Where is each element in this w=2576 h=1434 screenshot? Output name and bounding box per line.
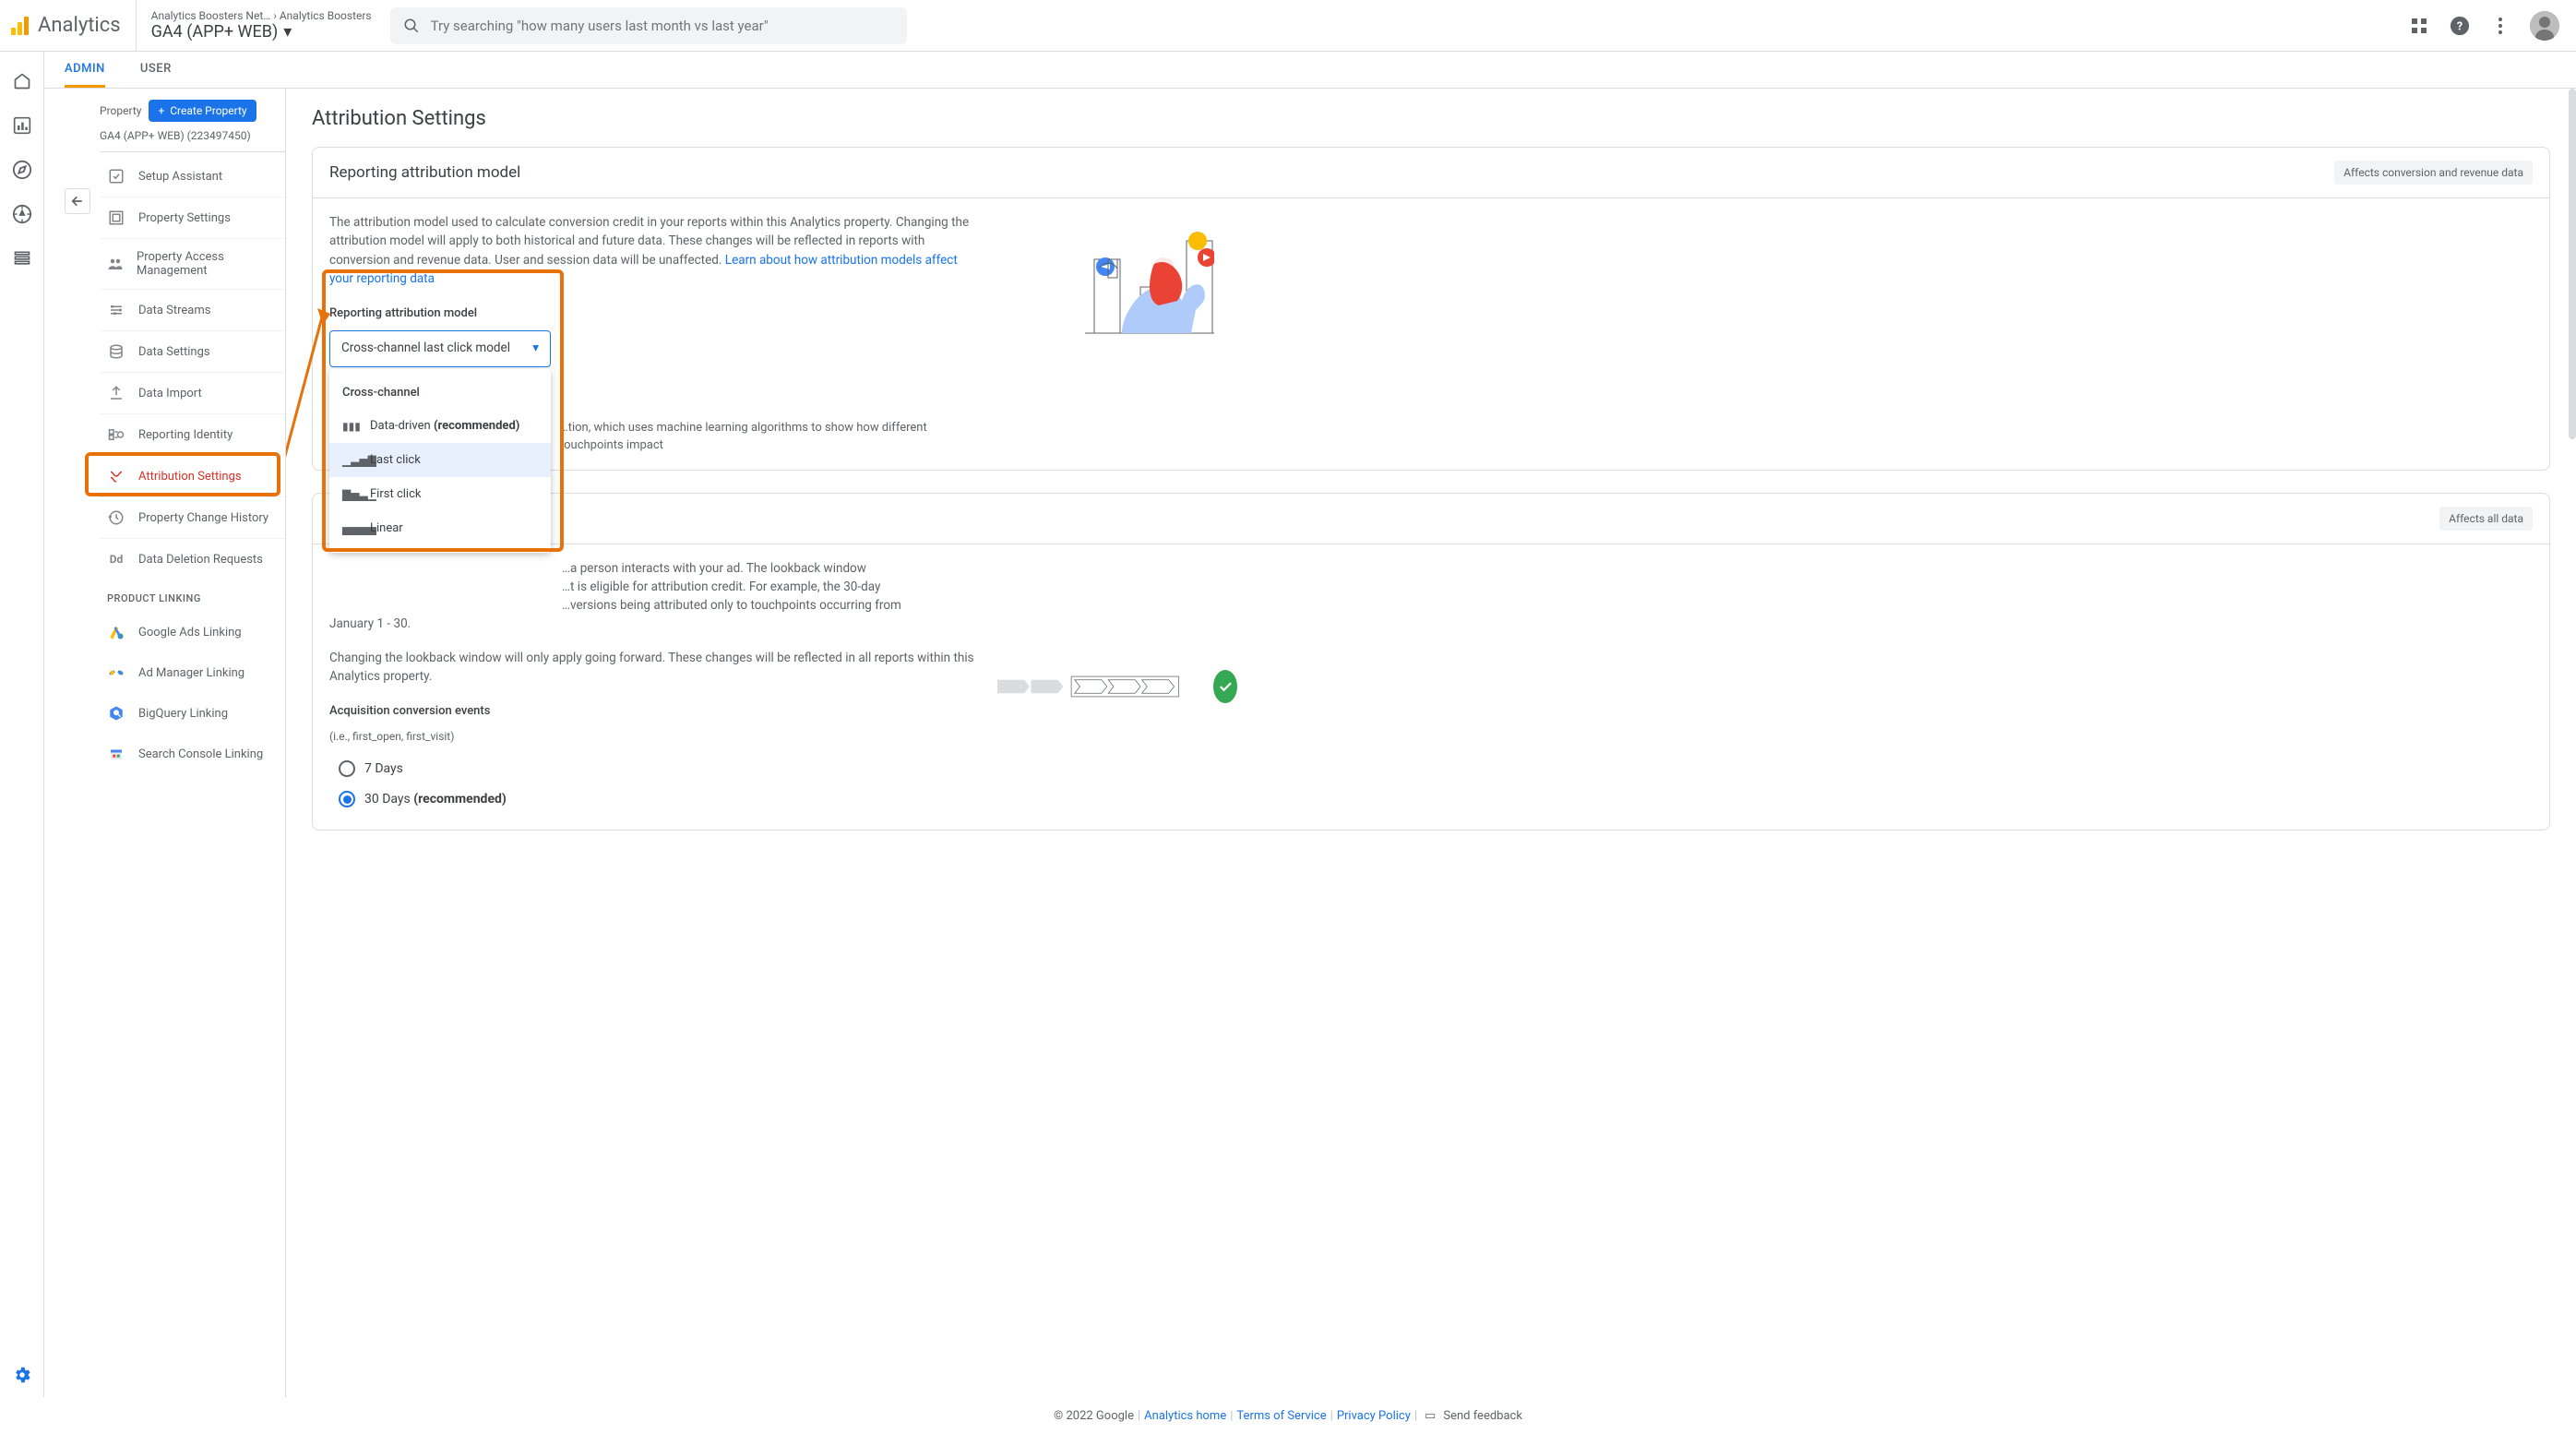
lookback-illustration [997, 559, 1237, 815]
attribution-model-menu: Cross-channel ▮▮▮Data-driven (recommende… [329, 369, 551, 553]
main-content: Attribution Settings Reporting attributi… [286, 89, 2576, 1397]
search-box[interactable] [390, 7, 907, 44]
user-avatar[interactable] [2530, 11, 2559, 41]
sidebar-item-property-access[interactable]: Property Access Management [100, 239, 285, 290]
sidebar-item-reporting-identity[interactable]: Reporting Identity [100, 414, 285, 456]
brand-text: Analytics [38, 14, 121, 37]
advertising-icon[interactable] [11, 203, 33, 225]
sidebar-item-data-settings[interactable]: Data Settings [100, 331, 285, 373]
attribution-illustration [997, 213, 1219, 361]
people-icon [107, 255, 124, 273]
radio-7-days[interactable]: 7 Days [329, 754, 975, 784]
upload-icon [107, 384, 125, 402]
home-icon[interactable] [11, 70, 33, 92]
search-input[interactable] [431, 18, 894, 34]
property-name: GA4 (APP+ WEB) [151, 22, 279, 42]
annotation-highlight [85, 452, 280, 496]
affects-badge: Affects conversion and revenue data [2334, 161, 2533, 185]
google-ads-icon [107, 623, 125, 641]
tab-admin[interactable]: ADMIN [65, 52, 105, 88]
sidebar-item-search-console[interactable]: Search Console Linking [100, 734, 285, 774]
explore-icon[interactable] [11, 159, 33, 181]
dd-group-cross-channel: Cross-channel [329, 376, 551, 409]
ad-manager-icon [107, 663, 125, 682]
footer-analytics-home[interactable]: Analytics home [1144, 1409, 1226, 1423]
sidebar-item-property-settings[interactable]: Property Settings [100, 197, 285, 239]
footer-tos[interactable]: Terms of Service [1236, 1409, 1326, 1423]
reporting-attribution-card: Reporting attribution model Affects conv… [312, 147, 2550, 471]
dd-item-linear[interactable]: ▅▅▅▅Linear [329, 511, 551, 545]
chevron-down-icon: ▾ [283, 22, 292, 42]
lookback-window-card: Lookback window Affects all data …a pers… [312, 493, 2550, 831]
radio-icon [339, 760, 355, 777]
bars-ascending-icon: ▁▃▅▇ [342, 454, 357, 467]
app-header: Analytics Analytics Boosters Net… › Anal… [0, 0, 2576, 52]
more-icon[interactable] [2489, 15, 2511, 37]
acquisition-events-label: Acquisition conversion events [329, 702, 975, 721]
nav-rail [0, 52, 44, 1397]
identity-icon [107, 425, 125, 444]
affects-badge: Affects all data [2439, 507, 2533, 531]
bars-equal-icon: ▅▅▅▅ [342, 522, 357, 535]
property-switcher[interactable]: Analytics Boosters Net… › Analytics Boos… [137, 9, 387, 42]
streams-icon [107, 301, 125, 319]
breadcrumb: Analytics Boosters Net… › Analytics Boos… [151, 9, 372, 22]
sidebar-item-data-import[interactable]: Data Import [100, 373, 285, 414]
footer: © 2022 Google| Analytics home| Terms of … [0, 1397, 2576, 1434]
attribution-model-dropdown[interactable]: Cross-channel last click model ▾ [329, 330, 551, 367]
sidebar-item-ad-manager[interactable]: Ad Manager Linking [100, 652, 285, 693]
search-icon [403, 18, 420, 34]
property-id: GA4 (APP+ WEB) (223497450) [100, 129, 285, 152]
property-label: Property [100, 104, 141, 117]
model-field-label: Reporting attribution model [329, 305, 975, 323]
configure-icon[interactable] [11, 247, 33, 269]
delete-data-icon: Dd [107, 550, 125, 568]
admin-tabs: ADMIN USER [44, 52, 2576, 89]
radio-checked-icon [339, 791, 355, 807]
bigquery-icon [107, 704, 125, 723]
history-icon [107, 508, 125, 527]
database-icon [107, 342, 125, 361]
settings-box-icon [107, 209, 125, 227]
sidebar-item-google-ads[interactable]: Google Ads Linking [100, 612, 285, 652]
svg-text:?: ? [2457, 19, 2463, 33]
reports-icon[interactable] [11, 114, 33, 137]
dd-item-last-click[interactable]: ▁▃▅▇Last click [329, 443, 551, 477]
check-circle-icon [1213, 670, 1237, 703]
create-property-button[interactable]: + Create Property [149, 100, 256, 122]
analytics-logo-icon [11, 17, 29, 35]
back-button[interactable] [65, 188, 90, 214]
sidebar-item-data-deletion[interactable]: DdData Deletion Requests [100, 539, 285, 580]
apps-icon[interactable] [2408, 15, 2430, 37]
page-title: Attribution Settings [312, 107, 2550, 130]
sidebar-item-bigquery[interactable]: BigQuery Linking [100, 693, 285, 734]
admin-gear-icon[interactable] [11, 1364, 33, 1386]
sidebar-item-setup-assistant[interactable]: Setup Assistant [100, 156, 285, 197]
help-icon[interactable]: ? [2449, 15, 2471, 37]
bars-icon: ▮▮▮ [342, 420, 357, 433]
feedback-icon: ▭ [1425, 1409, 1436, 1423]
search-console-icon [107, 745, 125, 763]
footer-privacy[interactable]: Privacy Policy [1337, 1409, 1411, 1423]
check-square-icon [107, 167, 125, 185]
footer-feedback[interactable]: Send feedback [1443, 1409, 1522, 1423]
radio-30-days[interactable]: 30 Days (recommended) [329, 784, 975, 815]
plus-icon: + [158, 104, 164, 117]
sidebar-item-change-history[interactable]: Property Change History [100, 497, 285, 539]
chevron-down-icon: ▾ [532, 339, 539, 357]
admin-sidebar: Property + Create Property GA4 (APP+ WEB… [44, 89, 286, 1397]
scrollbar[interactable] [2569, 89, 2576, 439]
bars-descending-icon: ▇▅▃▁ [342, 488, 357, 501]
dd-item-first-click[interactable]: ▇▅▃▁First click [329, 477, 551, 511]
sidebar-item-data-streams[interactable]: Data Streams [100, 290, 285, 331]
tab-user[interactable]: USER [140, 52, 172, 88]
card-title: Reporting attribution model [329, 163, 520, 182]
logo-area[interactable]: Analytics [11, 0, 137, 51]
product-linking-section: PRODUCT LINKING [100, 580, 285, 612]
dd-item-data-driven[interactable]: ▮▮▮Data-driven (recommended) [329, 409, 551, 443]
